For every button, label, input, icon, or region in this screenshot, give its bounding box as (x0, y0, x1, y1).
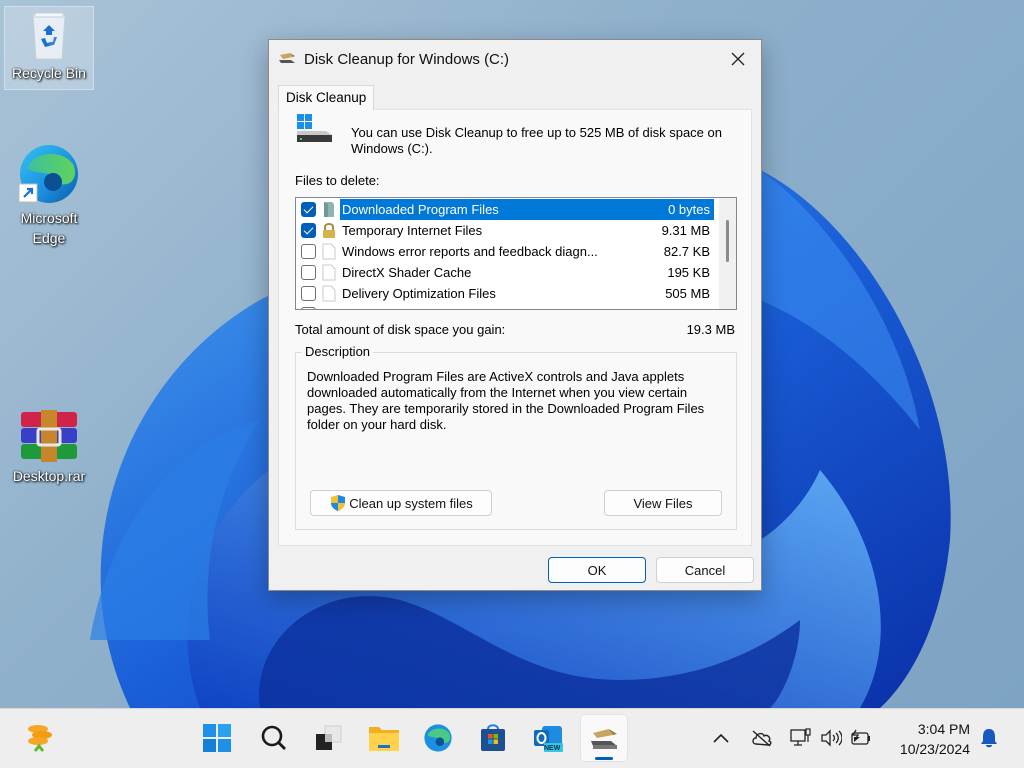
desktop-icon-label: Microsoft Edge (20, 210, 78, 246)
close-button[interactable] (715, 40, 761, 78)
file-name: Temporary Internet Files (342, 223, 483, 238)
start-button[interactable] (194, 715, 240, 761)
winrar-archive-icon (19, 408, 79, 464)
file-icon (322, 243, 336, 260)
disk-cleanup-taskbar-button[interactable] (581, 715, 627, 761)
lock-icon (322, 222, 336, 239)
edge-icon (424, 724, 452, 752)
file-icon (322, 264, 336, 281)
file-explorer-button[interactable] (361, 715, 407, 761)
folder-icon (322, 201, 336, 218)
battery-charging-icon (851, 729, 870, 745)
list-item-partial[interactable] (296, 304, 714, 309)
recycle-bin-icon (27, 9, 71, 61)
file-name: Delivery Optimization Files (342, 286, 496, 301)
microsoft-store-button[interactable] (470, 715, 516, 761)
disk-cleanup-icon (591, 729, 617, 749)
battery-tray-button[interactable] (849, 726, 873, 750)
search-icon (261, 725, 286, 750)
edge-icon (17, 142, 81, 206)
microsoft-store-icon (481, 724, 505, 751)
ok-button[interactable]: OK (548, 557, 646, 583)
description-text: Downloaded Program Files are ActiveX con… (307, 369, 705, 432)
taskbar: NEW 3:04 PM 10/23/2024 (0, 708, 1024, 768)
file-name: Windows error reports and feedback diagn… (342, 244, 598, 259)
file-name: DirectX Shader Cache (342, 265, 472, 280)
network-tray-button[interactable] (789, 726, 813, 750)
close-icon (731, 52, 745, 66)
list-item[interactable]: Downloaded Program Files 0 bytes (296, 199, 714, 220)
desktop-icon-label: Recycle Bin (12, 65, 86, 81)
desktop-icon-label: Desktop.rar (12, 468, 86, 484)
list-item[interactable]: Delivery Optimization Files 505 MB (296, 283, 714, 304)
intro-text: You can use Disk Cleanup to free up to 5… (351, 125, 722, 156)
clean-up-system-files-button[interactable]: Clean up system files (310, 490, 492, 516)
notifications-button[interactable] (977, 726, 1001, 750)
ethernet-icon (790, 728, 811, 746)
active-indicator (595, 757, 613, 760)
list-item[interactable]: Windows error reports and feedback diagn… (296, 241, 714, 262)
list-item[interactable]: DirectX Shader Cache 195 KB (296, 262, 714, 283)
file-size: 505 MB (665, 286, 710, 301)
disk-cleanup-panel: You can use Disk Cleanup to free up to 5… (278, 109, 752, 546)
checkbox[interactable] (301, 265, 316, 280)
file-size: 9.31 MB (661, 223, 710, 238)
drive-icon (296, 113, 334, 146)
total-gain-value: 19.3 MB (686, 322, 735, 337)
uac-shield-icon (331, 495, 346, 511)
disk-cleanup-app-icon (278, 51, 296, 68)
bell-icon (981, 729, 997, 748)
outlook-new-button[interactable]: NEW (525, 715, 571, 761)
clean-up-system-files-label: Clean up system files (349, 495, 473, 511)
list-item[interactable]: Temporary Internet Files 9.31 MB (296, 220, 714, 241)
checkbox[interactable] (301, 223, 316, 238)
files-to-delete-label: Files to delete: (295, 173, 380, 188)
file-icon (322, 285, 336, 302)
cancel-button[interactable]: Cancel (656, 557, 754, 583)
onedrive-tray-button[interactable] (750, 726, 774, 750)
desktop-icon-microsoft-edge[interactable]: Microsoft Edge (4, 138, 94, 248)
chevron-up-icon (713, 733, 729, 743)
file-name: Downloaded Program Files (340, 199, 714, 220)
description-group: Description Downloaded Program Files are… (295, 344, 737, 530)
file-size: 195 KB (667, 265, 710, 280)
clock-time: 3:04 PM (917, 721, 970, 737)
onedrive-offline-icon (752, 730, 772, 747)
checkbox[interactable] (301, 307, 316, 309)
desktop-icon-desktop-rar[interactable]: Desktop.rar (4, 404, 94, 486)
checkbox[interactable] (301, 202, 316, 217)
file-size: 82.7 KB (663, 244, 710, 259)
show-hidden-icons-button[interactable] (709, 726, 733, 750)
volume-tray-button[interactable] (819, 726, 843, 750)
edge-taskbar-button[interactable] (415, 715, 461, 761)
file-size: 0 bytes (668, 202, 710, 217)
total-gain-label: Total amount of disk space you gain: (295, 322, 506, 337)
tab-disk-cleanup[interactable]: Disk Cleanup (278, 85, 375, 110)
clock[interactable]: 3:04 PM 10/23/2024 (900, 719, 970, 759)
outlook-new-badge: NEW (544, 745, 561, 752)
disk-cleanup-dialog: Disk Cleanup for Windows (C:) Disk Clean… (268, 39, 762, 591)
title-bar[interactable]: Disk Cleanup for Windows (C:) (269, 40, 761, 78)
task-view-icon (316, 725, 342, 750)
view-files-button[interactable]: View Files (604, 490, 722, 516)
files-to-delete-list[interactable]: Downloaded Program Files 0 bytes Tempora… (295, 197, 737, 310)
checkbox[interactable] (301, 244, 316, 259)
widgets-button[interactable] (17, 715, 63, 761)
coins-widget-icon (28, 725, 52, 752)
file-explorer-icon (369, 727, 399, 751)
desktop-icon-recycle-bin[interactable]: Recycle Bin (4, 6, 94, 90)
search-button[interactable] (251, 715, 297, 761)
list-scrollbar[interactable] (719, 198, 736, 309)
description-legend: Description (302, 344, 374, 359)
scrollbar-thumb[interactable] (726, 220, 729, 262)
task-view-button[interactable] (305, 715, 351, 761)
start-icon (203, 724, 231, 752)
dialog-title: Disk Cleanup for Windows (C:) (304, 50, 510, 68)
clock-date: 10/23/2024 (899, 741, 970, 757)
volume-icon (821, 729, 842, 747)
checkbox[interactable] (301, 286, 316, 301)
